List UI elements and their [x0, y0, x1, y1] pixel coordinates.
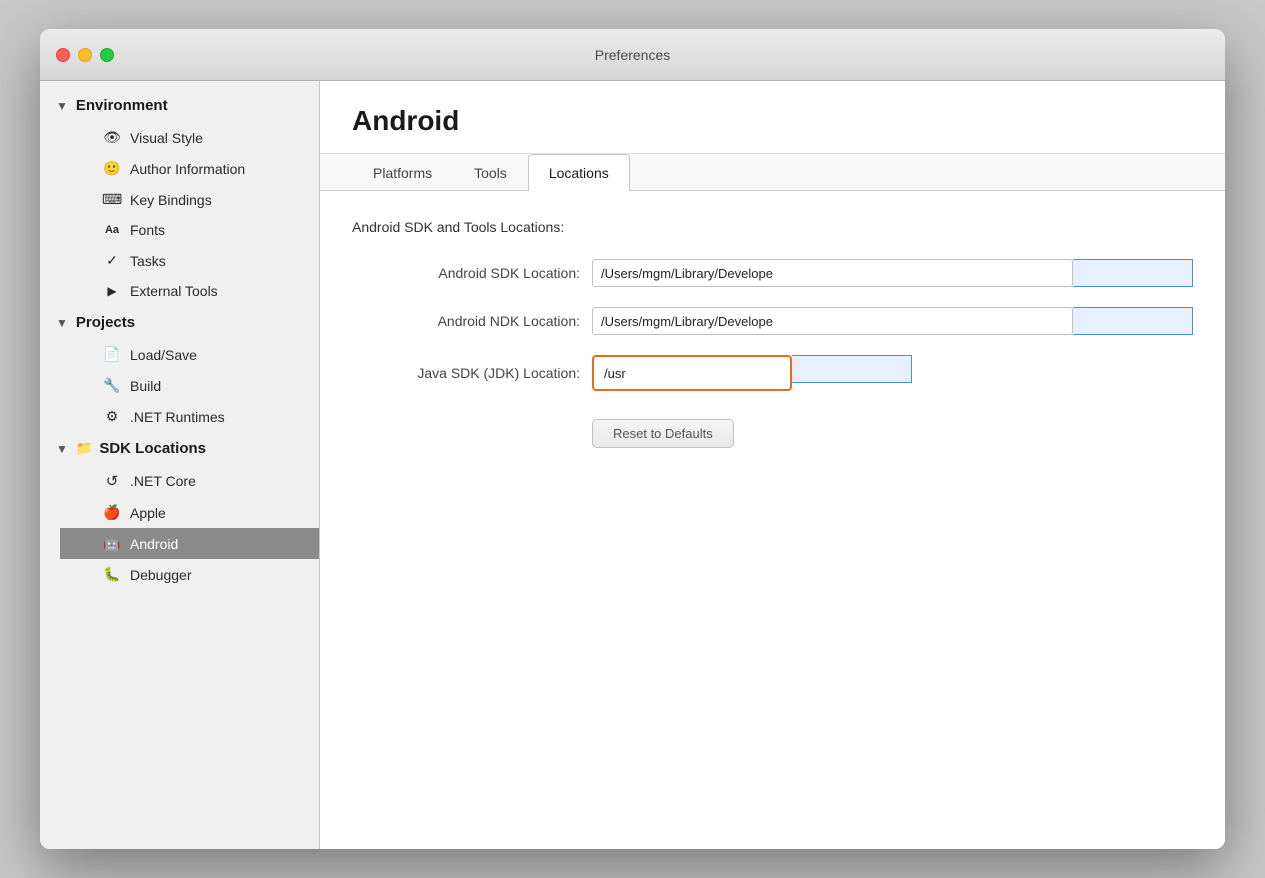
environment-items: 👁 Visual Style 🙂 Author Information ⌨ Ke…	[40, 122, 319, 306]
sidebar-item-build[interactable]: 🔧 Build	[60, 370, 319, 401]
close-button[interactable]	[56, 48, 70, 62]
apple-icon: 🍎	[102, 504, 122, 521]
sidebar-item-tasks[interactable]: ✓ Tasks	[60, 245, 319, 276]
sidebar-item-android[interactable]: 🤖 Android	[60, 528, 319, 559]
author-info-label: Author Information	[130, 161, 245, 177]
android-label: Android	[130, 536, 178, 552]
build-label: Build	[130, 378, 161, 394]
titlebar: Preferences	[40, 29, 1225, 81]
debugger-icon: 🐛	[102, 566, 122, 583]
page-title: Android	[352, 105, 1193, 137]
key-bindings-icon: ⌨	[102, 191, 122, 208]
sidebar-item-key-bindings[interactable]: ⌨ Key Bindings	[60, 184, 319, 215]
jdk-location-input-wrapper	[592, 355, 1193, 391]
environment-label: Environment	[76, 97, 168, 114]
sidebar-section-sdk-locations[interactable]: ▼ 📁 SDK Locations	[40, 432, 319, 465]
external-tools-icon: ▶	[102, 284, 122, 298]
environment-arrow-icon: ▼	[56, 99, 68, 113]
fonts-icon: Aa	[102, 224, 122, 236]
author-info-icon: 🙂	[102, 160, 122, 177]
ndk-location-row: Android NDK Location:	[352, 307, 1193, 335]
sidebar-item-apple[interactable]: 🍎 Apple	[60, 497, 319, 528]
ndk-location-extension	[1073, 307, 1193, 335]
projects-arrow-icon: ▼	[56, 316, 68, 330]
net-core-icon: ↺	[102, 472, 122, 490]
ndk-location-input[interactable]	[592, 307, 1073, 335]
preferences-window: Preferences ▼ Environment 👁 Visual Style…	[40, 29, 1225, 849]
window-title: Preferences	[595, 47, 670, 63]
sidebar-item-net-core[interactable]: ↺ .NET Core	[60, 465, 319, 497]
ndk-location-label: Android NDK Location:	[352, 313, 592, 329]
external-tools-label: External Tools	[130, 283, 218, 299]
sdk-location-label: Android SDK Location:	[352, 265, 592, 281]
jdk-location-extension	[792, 355, 912, 383]
ndk-location-input-wrapper	[592, 307, 1193, 335]
sidebar-item-debugger[interactable]: 🐛 Debugger	[60, 559, 319, 590]
sdk-location-input[interactable]	[592, 259, 1073, 287]
main-body: Android SDK and Tools Locations: Android…	[320, 191, 1225, 849]
android-icon: 🤖	[102, 535, 122, 552]
sidebar-item-net-runtimes[interactable]: ⚙ .NET Runtimes	[60, 401, 319, 432]
tab-platforms[interactable]: Platforms	[352, 154, 453, 191]
projects-items: 📄 Load/Save 🔧 Build ⚙ .NET Runtimes	[40, 339, 319, 432]
reset-button-row: Reset to Defaults	[352, 411, 1193, 448]
sdk-location-row: Android SDK Location:	[352, 259, 1193, 287]
section-description: Android SDK and Tools Locations:	[352, 219, 1193, 235]
jdk-location-label: Java SDK (JDK) Location:	[352, 365, 592, 381]
sdk-folder-icon: 📁	[76, 440, 93, 457]
sidebar-item-external-tools[interactable]: ▶ External Tools	[60, 276, 319, 306]
projects-label: Projects	[76, 314, 135, 331]
net-runtimes-icon: ⚙	[102, 408, 122, 425]
main-header: Android	[320, 81, 1225, 154]
sdk-arrow-icon: ▼	[56, 442, 68, 456]
key-bindings-label: Key Bindings	[130, 192, 212, 208]
sdk-location-extension	[1073, 259, 1193, 287]
sdk-locations-label: SDK Locations	[99, 440, 206, 457]
jdk-location-row: Java SDK (JDK) Location:	[352, 355, 1193, 391]
fonts-label: Fonts	[130, 222, 165, 238]
maximize-button[interactable]	[100, 48, 114, 62]
tasks-label: Tasks	[130, 253, 166, 269]
load-save-icon: 📄	[102, 346, 122, 363]
visual-style-icon: 👁	[102, 129, 122, 146]
sidebar-item-author-info[interactable]: 🙂 Author Information	[60, 153, 319, 184]
sidebar-section-environment[interactable]: ▼ Environment	[40, 89, 319, 122]
sdk-items: ↺ .NET Core 🍎 Apple 🤖 Android 🐛 Debugger	[40, 465, 319, 590]
main-content-area: ▼ Environment 👁 Visual Style 🙂 Author In…	[40, 81, 1225, 849]
net-runtimes-label: .NET Runtimes	[130, 409, 225, 425]
build-icon: 🔧	[102, 377, 122, 394]
sidebar-item-visual-style[interactable]: 👁 Visual Style	[60, 122, 319, 153]
window-controls	[56, 48, 114, 62]
sdk-location-input-wrapper	[592, 259, 1193, 287]
debugger-label: Debugger	[130, 567, 192, 583]
tabs-bar: Platforms Tools Locations	[320, 154, 1225, 191]
net-core-label: .NET Core	[130, 473, 196, 489]
visual-style-label: Visual Style	[130, 130, 203, 146]
jdk-highlighted-wrapper	[592, 355, 792, 391]
sidebar-section-projects[interactable]: ▼ Projects	[40, 306, 319, 339]
jdk-location-input[interactable]	[596, 359, 788, 387]
sidebar-item-load-save[interactable]: 📄 Load/Save	[60, 339, 319, 370]
minimize-button[interactable]	[78, 48, 92, 62]
tab-locations[interactable]: Locations	[528, 154, 630, 191]
reset-defaults-button[interactable]: Reset to Defaults	[592, 419, 734, 448]
main-panel: Android Platforms Tools Locations Androi…	[320, 81, 1225, 849]
tasks-icon: ✓	[102, 252, 122, 269]
apple-label: Apple	[130, 505, 166, 521]
sidebar: ▼ Environment 👁 Visual Style 🙂 Author In…	[40, 81, 320, 849]
tab-tools[interactable]: Tools	[453, 154, 528, 191]
sidebar-item-fonts[interactable]: Aa Fonts	[60, 215, 319, 245]
load-save-label: Load/Save	[130, 347, 197, 363]
